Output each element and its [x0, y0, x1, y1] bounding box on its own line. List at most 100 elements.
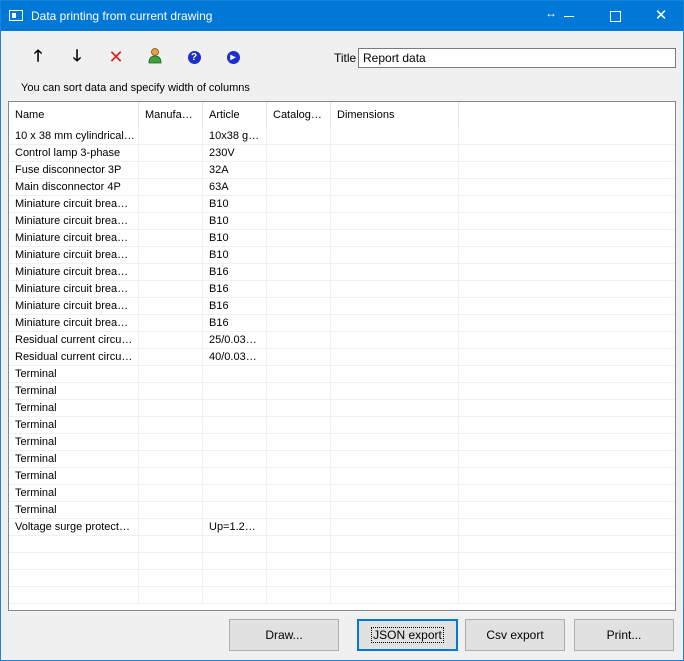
- table-row[interactable]: Miniature circuit brea… B10: [9, 247, 675, 264]
- table-row[interactable]: Residual current circu… 40/0.03…: [9, 349, 675, 366]
- table-row[interactable]: Miniature circuit brea… B16: [9, 298, 675, 315]
- table-cell: [331, 162, 459, 178]
- table-row[interactable]: Residual current circu… 25/0.03…: [9, 332, 675, 349]
- table-cell: [267, 502, 331, 518]
- table-cell: [9, 587, 139, 603]
- table-row[interactable]: Miniature circuit brea… B16: [9, 315, 675, 332]
- table-row[interactable]: Terminal: [9, 400, 675, 417]
- column-header-article[interactable]: Article: [203, 102, 267, 128]
- table-cell: [267, 570, 331, 586]
- table-cell: [331, 434, 459, 450]
- table-cell: [331, 145, 459, 161]
- close-button[interactable]: ✕: [638, 1, 684, 31]
- table-cell: [267, 213, 331, 229]
- table-cell: [203, 485, 267, 501]
- table-cell: [203, 553, 267, 569]
- table-cell: [331, 315, 459, 331]
- csv-export-button[interactable]: Csv export: [465, 619, 565, 651]
- table-row[interactable]: Terminal: [9, 451, 675, 468]
- table-cell: [267, 298, 331, 314]
- print-button[interactable]: Print...: [574, 619, 674, 651]
- table-cell: 63A: [203, 179, 267, 195]
- table-row[interactable]: Terminal: [9, 502, 675, 519]
- table-cell: [331, 196, 459, 212]
- column-header-manufacturer[interactable]: Manufa…: [139, 102, 203, 128]
- json-export-button[interactable]: JSON export: [357, 619, 458, 651]
- column-header-dimensions[interactable]: Dimensions: [331, 102, 459, 128]
- json-export-label: JSON export: [371, 627, 444, 643]
- move-up-button[interactable]: 🡑: [28, 47, 48, 67]
- table-row[interactable]: Miniature circuit brea… B10: [9, 213, 675, 230]
- table-cell: Terminal: [9, 366, 139, 382]
- table-cell: [331, 298, 459, 314]
- table-cell: [331, 587, 459, 603]
- column-header-catalog[interactable]: Catalog…: [267, 102, 331, 128]
- table-row[interactable]: Terminal: [9, 383, 675, 400]
- table-row[interactable]: Terminal: [9, 468, 675, 485]
- table-cell: [331, 570, 459, 586]
- column-header-name[interactable]: Name: [9, 102, 139, 128]
- table-cell: B10: [203, 247, 267, 263]
- table-row[interactable]: Fuse disconnector 3P 32A: [9, 162, 675, 179]
- table-cell: B16: [203, 298, 267, 314]
- table-cell: [267, 383, 331, 399]
- user-icon: [148, 48, 162, 64]
- table-row[interactable]: Miniature circuit brea… B10: [9, 230, 675, 247]
- table-row[interactable]: Voltage surge protect… Up=1.2…: [9, 519, 675, 536]
- table-row[interactable]: Terminal: [9, 485, 675, 502]
- play-button[interactable]: ▸: [223, 47, 243, 67]
- table-cell: [331, 485, 459, 501]
- table-row[interactable]: 10 x 38 mm cylindrical… 10x38 g…: [9, 128, 675, 145]
- table-cell: 10 x 38 mm cylindrical…: [9, 128, 139, 144]
- table-row[interactable]: Control lamp 3-phase 230V: [9, 145, 675, 162]
- table-row[interactable]: Main disconnector 4P 63A: [9, 179, 675, 196]
- table-row[interactable]: [9, 587, 675, 604]
- table-cell: Residual current circu…: [9, 332, 139, 348]
- table-cell: [139, 179, 203, 195]
- table-row[interactable]: Miniature circuit brea… B10: [9, 196, 675, 213]
- table-cell: [267, 434, 331, 450]
- table-row[interactable]: Terminal: [9, 417, 675, 434]
- table-cell: Terminal: [9, 468, 139, 484]
- data-table[interactable]: Name Manufa… Article Catalog… Dimensions…: [8, 101, 676, 611]
- table-cell: [139, 502, 203, 518]
- table-cell: Control lamp 3-phase: [9, 145, 139, 161]
- title-bar[interactable]: Data printing from current drawing ↔ ✕: [1, 1, 683, 31]
- table-cell: [267, 145, 331, 161]
- maximize-icon: [609, 10, 621, 22]
- table-cell: [139, 281, 203, 297]
- table-row[interactable]: [9, 536, 675, 553]
- minimize-button[interactable]: [546, 1, 592, 31]
- table-cell: [9, 570, 139, 586]
- maximize-button[interactable]: [592, 1, 638, 31]
- table-cell: [267, 451, 331, 467]
- table-cell: [139, 519, 203, 535]
- table-body: 10 x 38 mm cylindrical… 10x38 g… Control l…: [9, 128, 675, 604]
- help-button[interactable]: ?: [184, 47, 204, 67]
- table-cell: [203, 417, 267, 433]
- table-row[interactable]: Terminal: [9, 366, 675, 383]
- user-button[interactable]: [145, 47, 165, 67]
- table-cell: [139, 315, 203, 331]
- table-cell: [267, 417, 331, 433]
- table-cell: [267, 196, 331, 212]
- table-cell: [331, 553, 459, 569]
- table-cell: [203, 451, 267, 467]
- table-row[interactable]: [9, 570, 675, 587]
- table-cell: [139, 128, 203, 144]
- delete-button[interactable]: ✕: [106, 47, 126, 67]
- table-cell: [139, 349, 203, 365]
- move-down-button[interactable]: 🡓: [67, 47, 87, 67]
- table-row[interactable]: [9, 553, 675, 570]
- table-row[interactable]: Miniature circuit brea… B16: [9, 264, 675, 281]
- table-cell: 32A: [203, 162, 267, 178]
- table-cell: [203, 587, 267, 603]
- table-cell: B16: [203, 281, 267, 297]
- table-cell: [267, 536, 331, 552]
- draw-button[interactable]: Draw...: [229, 619, 339, 651]
- table-cell: Terminal: [9, 434, 139, 450]
- table-row[interactable]: Miniature circuit brea… B16: [9, 281, 675, 298]
- table-cell: [267, 485, 331, 501]
- title-input[interactable]: [358, 48, 676, 68]
- table-row[interactable]: Terminal: [9, 434, 675, 451]
